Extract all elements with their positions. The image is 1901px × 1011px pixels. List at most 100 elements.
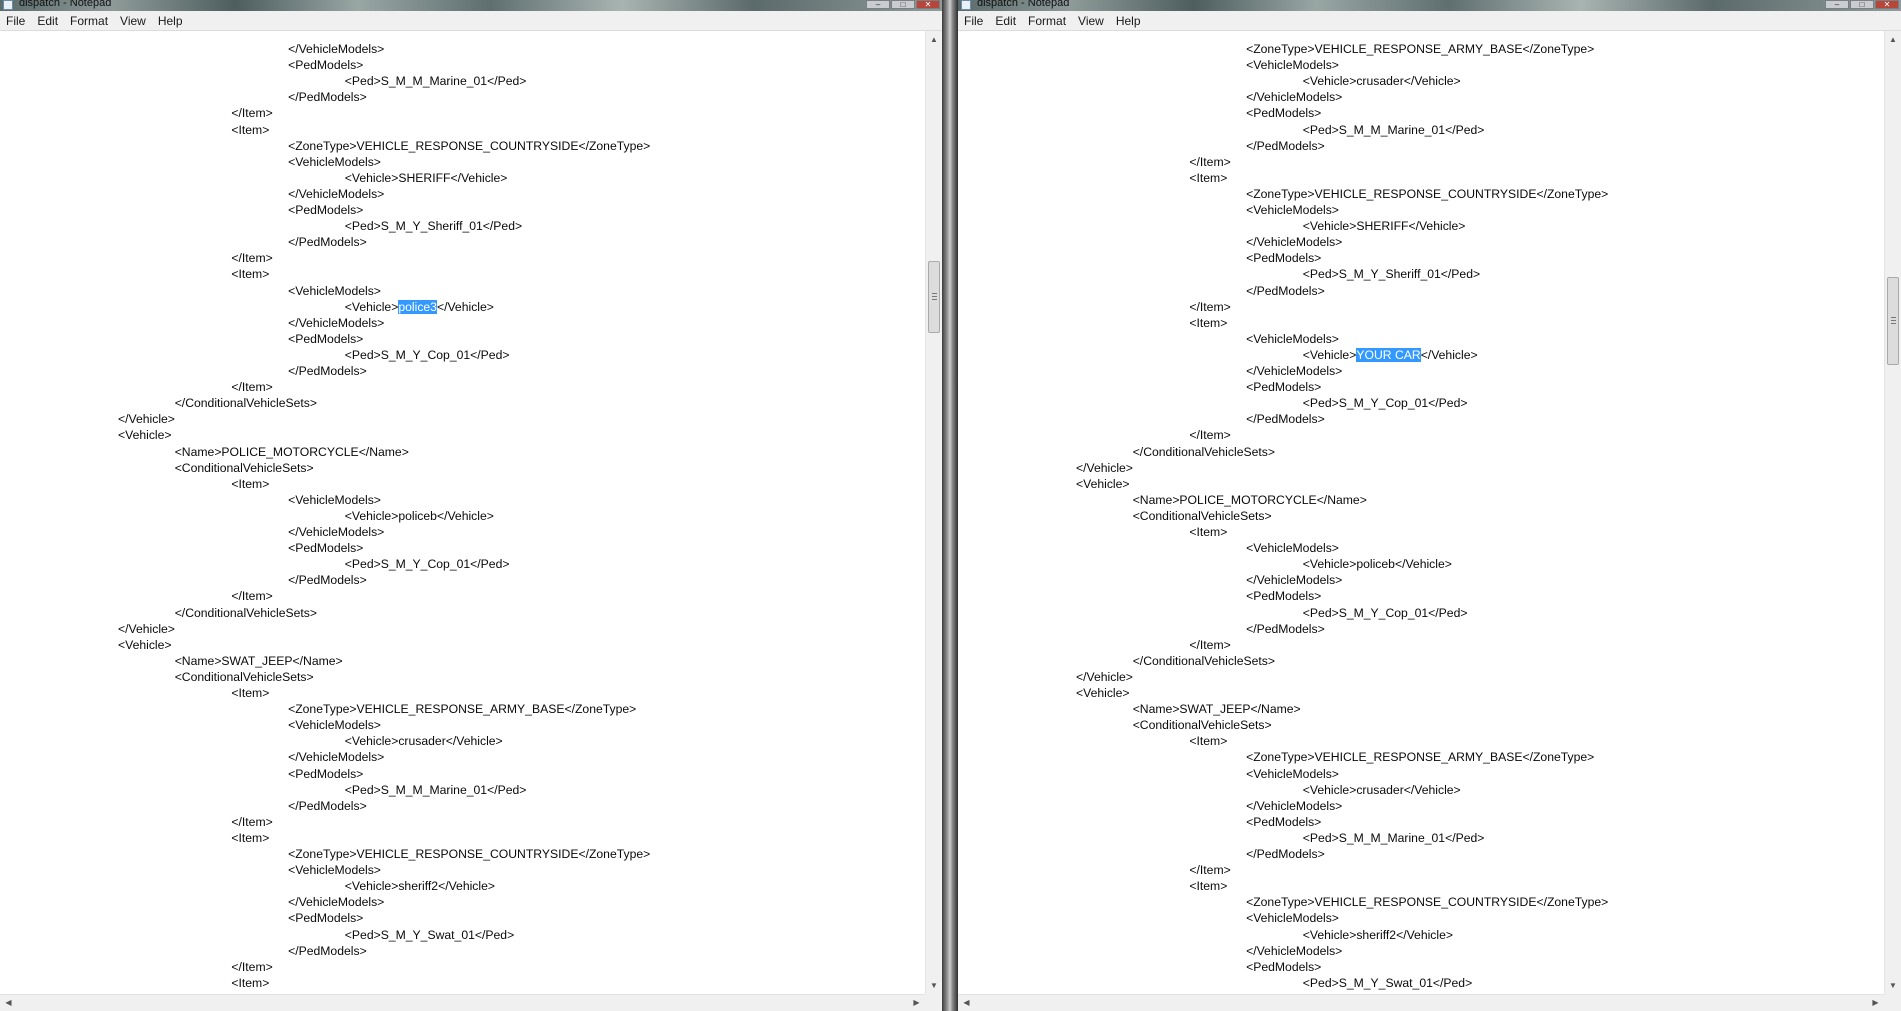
size-grip[interactable]	[925, 994, 942, 1011]
code-line: <Item>	[231, 685, 269, 701]
code-text: </VehicleModels>	[288, 525, 385, 539]
code-text: </Item>	[231, 106, 273, 121]
code-line: </Item>	[231, 105, 272, 121]
code-text: <Vehicle>sheriff2</Vehicle>	[344, 879, 495, 894]
code-line: </Vehicle>	[118, 411, 175, 427]
code-line: <Vehicle>crusader</Vehicle>	[1303, 73, 1461, 89]
down-arrow-icon[interactable]: ▼	[926, 977, 942, 994]
code-line: </PedModels>	[1246, 411, 1325, 427]
code-text: </PedModels>	[288, 235, 367, 250]
menu-file[interactable]: File	[6, 11, 25, 31]
code-text: </Vehicle>	[1076, 669, 1133, 684]
code-line: </Item>	[231, 379, 272, 395]
grip-icon	[1891, 317, 1896, 324]
title-bar[interactable]: dispatch - Notepad – □ ✕	[0, 0, 942, 11]
up-arrow-icon[interactable]: ▲	[926, 31, 942, 48]
down-arrow-icon[interactable]: ▼	[1885, 977, 1901, 994]
window-title: dispatch - Notepad	[977, 0, 1070, 9]
code-text: </Vehicle>	[118, 412, 175, 427]
title-bar[interactable]: dispatch - Notepad – □ ✕	[958, 0, 1901, 11]
text-editor[interactable]: </VehicleModels> <PedModels> <Ped>S_M_M_Ma…	[0, 31, 925, 994]
text-editor[interactable]: <ZoneType>VEHICLE_RESPONSE_ARMY_BASE</Zo…	[958, 31, 1884, 994]
code-text: <Item>	[231, 476, 270, 491]
code-line: <VehicleModels>	[1246, 57, 1339, 73]
minimize-button[interactable]: –	[1825, 0, 1849, 9]
code-line: </Item>	[231, 588, 272, 604]
size-grip[interactable]	[1884, 994, 1901, 1011]
menu-help[interactable]: Help	[158, 11, 183, 31]
code-text: </VehicleModels>	[288, 750, 385, 765]
code-text: <Item>	[1189, 879, 1228, 894]
right-arrow-icon[interactable]: ▶	[1867, 995, 1884, 1011]
code-text: </VehicleModels>	[1246, 798, 1343, 813]
code-line: <VehicleModels>	[288, 717, 381, 733]
menu-format[interactable]: Format	[70, 11, 108, 31]
notepad-window-left: dispatch - Notepad – □ ✕ File Edit Forma…	[0, 0, 942, 1011]
selected-text[interactable]: police3	[398, 299, 437, 314]
code-text: </Vehicle>	[1420, 347, 1478, 362]
right-arrow-icon[interactable]: ▶	[908, 995, 925, 1011]
code-line: <Vehicle>crusader</Vehicle>	[345, 733, 503, 749]
scrollbar-thumb[interactable]	[928, 261, 940, 333]
code-text: <Vehicle>policeb</Vehicle>	[1302, 557, 1452, 572]
code-text: <ZoneType>VEHICLE_RESPONSE_COUNTRYSIDE</…	[288, 847, 651, 861]
menu-format[interactable]: Format	[1028, 11, 1066, 31]
menu-help[interactable]: Help	[1116, 11, 1141, 31]
left-arrow-icon[interactable]: ◀	[0, 995, 17, 1011]
code-text: <ZoneType>VEHICLE_RESPONSE_ARMY_BASE</Zo…	[1246, 750, 1595, 765]
code-text: </VehicleModels>	[1246, 573, 1343, 588]
code-line: </PedModels>	[288, 363, 367, 379]
code-text: <VehicleModels>	[1246, 541, 1339, 556]
scrollbar-thumb[interactable]	[1887, 277, 1899, 365]
menu-edit[interactable]: Edit	[995, 11, 1016, 31]
close-button[interactable]: ✕	[916, 0, 940, 9]
code-text: <Vehicle>crusader</Vehicle>	[344, 734, 503, 749]
code-text: <Ped>S_M_M_Marine_01</Ped>	[1302, 122, 1485, 137]
code-line: <Vehicle>	[1076, 476, 1130, 492]
code-line: <Name>SWAT_JEEP</Name>	[175, 653, 343, 669]
menu-edit[interactable]: Edit	[37, 11, 58, 31]
code-line: <PedModels>	[1246, 588, 1321, 604]
code-line: <VehicleModels>	[1246, 766, 1339, 782]
code-line: <Ped>S_M_Y_Cop_01</Ped>	[345, 347, 510, 363]
code-line: <VehicleModels>	[1246, 910, 1339, 926]
code-line: </VehicleModels>	[288, 186, 384, 202]
grip-icon	[932, 293, 937, 300]
code-line: <VehicleModels>	[288, 283, 381, 299]
code-text: </PedModels>	[288, 364, 367, 378]
code-line: <PedModels>	[1246, 379, 1321, 395]
minimize-button[interactable]: –	[866, 0, 890, 9]
up-arrow-icon[interactable]: ▲	[1885, 31, 1901, 48]
menu-view[interactable]: View	[1078, 11, 1104, 31]
menu-file[interactable]: File	[964, 11, 983, 31]
maximize-button[interactable]: □	[1850, 0, 1874, 9]
code-line: </VehicleModels>	[1246, 572, 1342, 588]
code-line: <Item>	[1189, 315, 1227, 331]
code-text: <PedModels>	[288, 58, 364, 73]
code-line: <ZoneType>VEHICLE_RESPONSE_COUNTRYSIDE</…	[1246, 186, 1608, 202]
code-text: <ZoneType>VEHICLE_RESPONSE_ARMY_BASE</Zo…	[1246, 42, 1595, 56]
close-button[interactable]: ✕	[1875, 0, 1899, 9]
horizontal-scrollbar[interactable]: ◀ ▶	[0, 994, 925, 1011]
selected-text[interactable]: YOUR CAR	[1356, 347, 1421, 362]
vertical-scrollbar[interactable]: ▲ ▼	[1884, 31, 1901, 994]
code-line: </Item>	[1189, 427, 1230, 443]
code-line: <Item>	[1189, 878, 1227, 894]
code-line: <Vehicle>policeb</Vehicle>	[1303, 556, 1452, 572]
code-line: </VehicleModels>	[1246, 363, 1342, 379]
code-text: <Ped>S_M_Y_Sheriff_01</Ped>	[1302, 267, 1481, 282]
code-text: <VehicleModels>	[288, 154, 381, 169]
code-text: <PedModels>	[288, 541, 364, 556]
code-line: </PedModels>	[288, 798, 367, 814]
maximize-button[interactable]: □	[891, 0, 915, 9]
window-title: dispatch - Notepad	[19, 0, 112, 9]
horizontal-scrollbar[interactable]: ◀ ▶	[958, 994, 1884, 1011]
code-text: <Name>SWAT_JEEP</Name>	[1132, 702, 1301, 717]
vertical-scrollbar[interactable]: ▲ ▼	[925, 31, 942, 994]
code-text: </Item>	[231, 380, 273, 395]
left-arrow-icon[interactable]: ◀	[958, 995, 975, 1011]
menu-view[interactable]: View	[120, 11, 146, 31]
code-text: <VehicleModels>	[288, 718, 381, 733]
code-text: </Vehicle>	[1076, 460, 1133, 475]
code-text: </Vehicle>	[436, 299, 494, 314]
